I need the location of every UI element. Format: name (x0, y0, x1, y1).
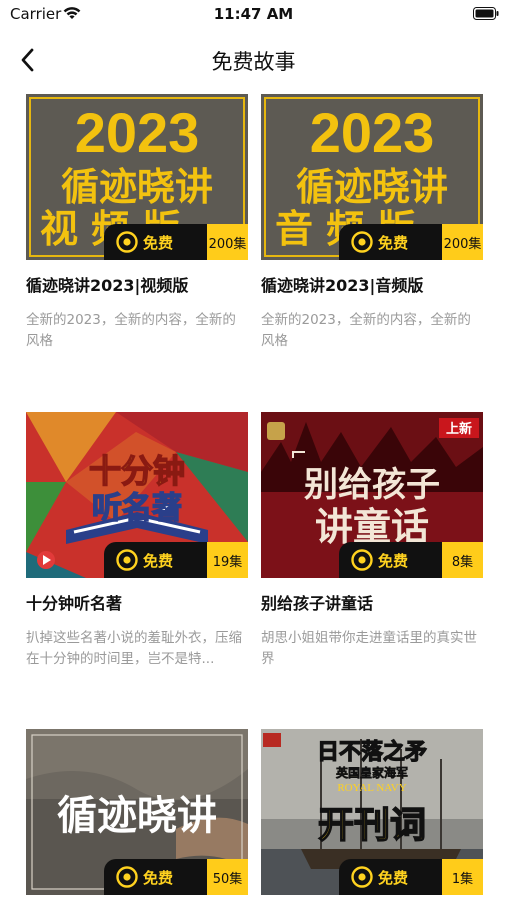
cover-text-title: 日不落之矛 (317, 739, 427, 765)
nav-bar: 免费故事 (0, 38, 507, 84)
page-title: 免费故事 (211, 50, 296, 74)
play-disc-icon (116, 866, 138, 888)
cover-text-main: 十分钟 (89, 452, 185, 490)
free-badge: 免费 (104, 859, 207, 895)
free-badge: 免费 (104, 224, 207, 260)
cover-text-year: 2023 (75, 101, 200, 164)
story-card[interactable]: 十分钟 听名著 免费 19集 十分钟听名著 扒掉这些名著小说的羞耻外衣，压缩在十… (26, 412, 248, 670)
cover-text-main: 开刊词 (318, 805, 426, 846)
free-label: 免费 (378, 868, 409, 887)
episode-count-badge: 19集 (207, 542, 248, 578)
battery-icon (473, 7, 499, 20)
clock: 11:47 AM (213, 5, 294, 23)
card-description: 胡思小姐姐带你走进童话里的真实世界 (261, 630, 477, 667)
play-disc-icon (351, 866, 373, 888)
story-card[interactable]: 2023 循迹晓讲 视 频 版 免费 200集 循迹晓讲2023|视频版 全新的… (26, 94, 248, 352)
cover-text-year: 2023 (310, 101, 435, 164)
play-disc-icon (351, 549, 373, 571)
status-bar: Carrier 11:47 AM (0, 0, 507, 30)
cover-text-sub: 英国皇家海军 (336, 765, 408, 780)
cover-image: 日不落之矛 英国皇家海军 ROYAL NAVY 开刊词 免费 1集 (261, 729, 483, 895)
card-description: 全新的2023，全新的内容，全新的风格 (261, 312, 471, 349)
episode-count-badge: 50集 (207, 859, 248, 895)
cover-image: 上新 别给孩子 讲童话 免费 8集 (261, 412, 483, 578)
cover-text-main: 循迹晓讲 (61, 165, 213, 209)
cover-text-en: ROYAL NAVY (337, 782, 406, 794)
free-label: 免费 (378, 233, 409, 252)
episode-count-badge: 1集 (442, 859, 483, 895)
play-disc-icon (351, 231, 373, 253)
cover-image: 2023 循迹晓讲 视 频 版 免费 200集 (26, 94, 248, 260)
cover-image: 循迹晓讲 免费 50集 (26, 729, 248, 895)
story-card[interactable]: 2023 循迹晓讲 音 频 版 免费 200集 循迹晓讲2023|音频版 全新的… (261, 94, 483, 352)
episode-count-badge: 200集 (207, 224, 248, 260)
story-card[interactable]: 上新 别给孩子 讲童话 免费 8集 别给孩子讲童话 胡思小姐姐带你走进童话里的真… (261, 412, 483, 670)
cover-text-main: 循迹晓讲 (296, 165, 448, 209)
cover-text-sub: 听名著 (92, 491, 182, 526)
cover-tag-new: 上新 (446, 421, 472, 437)
card-title: 别给孩子讲童话 (261, 594, 374, 613)
card-title: 循迹晓讲2023|音频版 (261, 276, 424, 295)
cover-image: 十分钟 听名著 免费 19集 (26, 412, 248, 578)
card-title: 循迹晓讲2023|视频版 (26, 276, 189, 295)
play-disc-icon (116, 549, 138, 571)
free-label: 免费 (143, 233, 174, 252)
episode-count-badge: 200集 (442, 224, 483, 260)
cover-text-main: 别给孩子 (304, 465, 440, 505)
free-badge: 免费 (339, 859, 442, 895)
card-description: 全新的2023，全新的内容，全新的风格 (26, 312, 236, 349)
story-card[interactable]: 日不落之矛 英国皇家海军 ROYAL NAVY 开刊词 免费 1集 (261, 729, 483, 895)
episode-count-badge: 8集 (442, 542, 483, 578)
card-description: 扒掉这些名著小说的羞耻外衣，压缩在十分钟的时间里，岂不是特... (26, 630, 242, 667)
free-label: 免费 (143, 551, 174, 570)
story-card[interactable]: 循迹晓讲 免费 50集 (26, 729, 248, 895)
free-badge: 免费 (104, 542, 207, 578)
free-badge: 免费 (339, 542, 442, 578)
free-badge: 免费 (339, 224, 442, 260)
card-title: 十分钟听名著 (26, 594, 123, 613)
cover-text-main: 循迹晓讲 (57, 792, 217, 839)
play-disc-icon (116, 231, 138, 253)
free-label: 免费 (143, 868, 174, 887)
free-label: 免费 (378, 551, 409, 570)
cover-image: 2023 循迹晓讲 音 频 版 免费 200集 (261, 94, 483, 260)
